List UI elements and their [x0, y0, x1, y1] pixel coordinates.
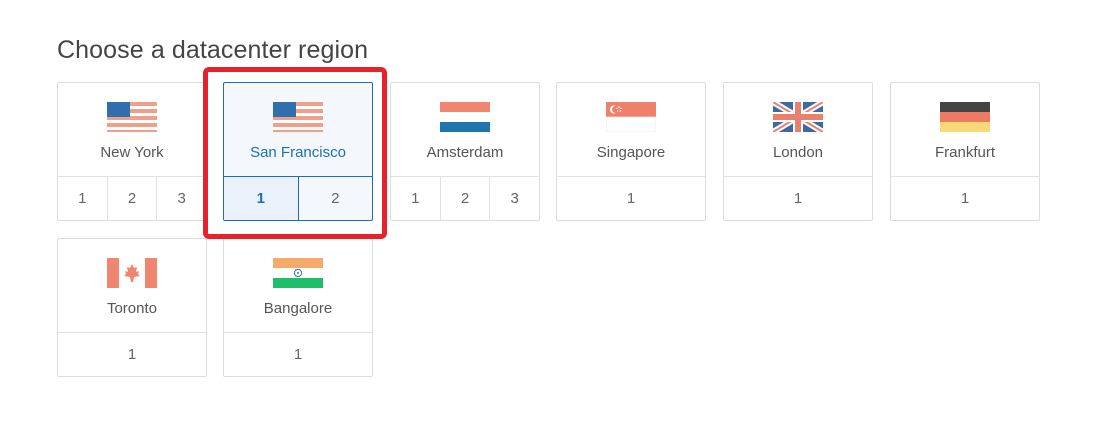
singapore-flag-icon	[606, 102, 656, 132]
datacenter-option-3[interactable]: 3	[156, 177, 206, 220]
region-name: Frankfurt	[934, 144, 995, 161]
region-name: Toronto	[106, 300, 158, 317]
germany-flag-icon	[940, 102, 990, 132]
datacenter-number-group: 1 2 3	[391, 177, 539, 220]
region-name: Bangalore	[263, 300, 333, 317]
region-card-new-york[interactable]: New York 1 2 3	[57, 82, 207, 221]
region-card-bangalore[interactable]: Bangalore 1	[223, 238, 373, 377]
region-card-san-francisco[interactable]: San Francisco 1 2	[223, 82, 373, 221]
datacenter-option-1[interactable]: 1	[58, 177, 107, 220]
region-card-header[interactable]: Toronto	[58, 239, 206, 333]
region-name: Amsterdam	[426, 144, 504, 161]
netherlands-flag-icon	[440, 102, 490, 132]
us-flag-icon	[107, 102, 157, 132]
datacenter-option-1[interactable]: 1	[891, 177, 1039, 220]
region-card-header[interactable]: Frankfurt	[891, 83, 1039, 177]
region-name: New York	[100, 144, 164, 161]
datacenter-option-2[interactable]: 2	[297, 177, 373, 220]
datacenter-number-group: 1	[58, 333, 206, 376]
region-card-amsterdam[interactable]: Amsterdam 1 2 3	[390, 82, 540, 221]
region-card-header[interactable]: San Francisco	[224, 83, 372, 177]
region-card-header[interactable]: Bangalore	[224, 239, 372, 333]
datacenter-option-3[interactable]: 3	[489, 177, 539, 220]
datacenter-option-1-selected[interactable]: 1	[224, 177, 298, 220]
region-card-frankfurt[interactable]: Frankfurt 1	[890, 82, 1040, 221]
region-card-singapore[interactable]: Singapore 1	[556, 82, 706, 221]
datacenter-option-2[interactable]: 2	[106, 177, 157, 220]
region-card-london[interactable]: London 1	[723, 82, 873, 221]
datacenter-number-group: 1 2	[224, 177, 372, 220]
region-name: San Francisco	[250, 144, 346, 161]
region-card-header[interactable]: Singapore	[557, 83, 705, 177]
region-card-header[interactable]: London	[724, 83, 872, 177]
region-card-header[interactable]: New York	[58, 83, 206, 177]
datacenter-option-1[interactable]: 1	[724, 177, 872, 220]
datacenter-number-group: 1	[891, 177, 1039, 220]
datacenter-number-group: 1	[224, 333, 372, 376]
region-name: London	[772, 144, 824, 161]
region-card-header[interactable]: Amsterdam	[391, 83, 539, 177]
canada-flag-icon	[107, 258, 157, 288]
page-title: Choose a datacenter region	[57, 36, 369, 64]
us-flag-icon	[273, 102, 323, 132]
datacenter-option-1[interactable]: 1	[557, 177, 705, 220]
datacenter-option-1[interactable]: 1	[58, 333, 206, 376]
region-card-toronto[interactable]: Toronto 1	[57, 238, 207, 377]
datacenter-number-group: 1	[557, 177, 705, 220]
datacenter-option-1[interactable]: 1	[391, 177, 440, 220]
datacenter-number-group: 1 2 3	[58, 177, 206, 220]
uk-flag-icon	[773, 102, 823, 132]
datacenter-number-group: 1	[724, 177, 872, 220]
region-name: Singapore	[596, 144, 666, 161]
datacenter-option-1[interactable]: 1	[224, 333, 372, 376]
india-flag-icon	[273, 258, 323, 288]
datacenter-option-2[interactable]: 2	[439, 177, 490, 220]
